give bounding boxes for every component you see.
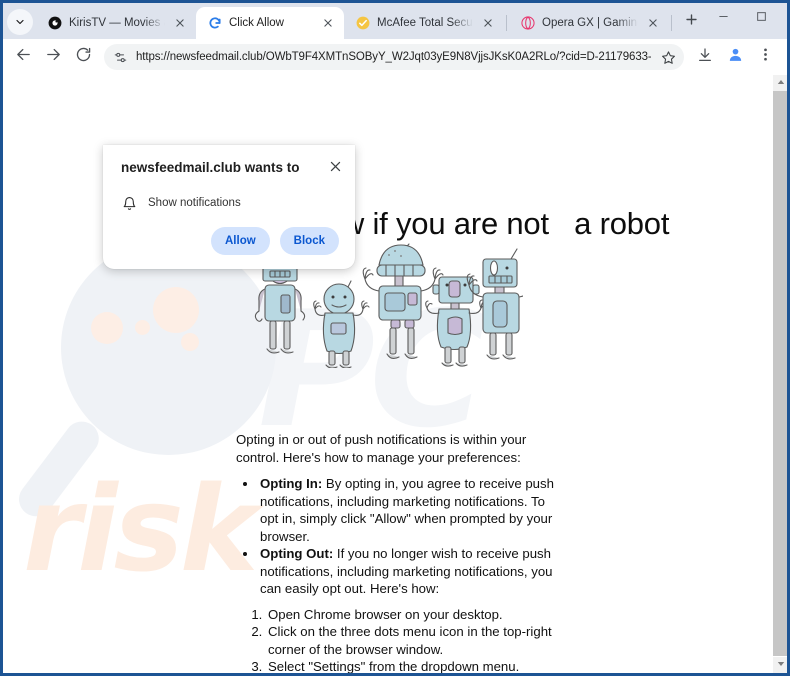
tab-strip: KirisTV — Movies an Click Allow McAfee T…: [3, 3, 787, 39]
list-item: Opting Out: If you no longer wish to rec…: [258, 545, 556, 598]
tab-close-button[interactable]: [320, 15, 336, 31]
forward-button[interactable]: [39, 43, 67, 71]
watermark-dot: [135, 320, 150, 335]
dialog-title: newsfeedmail.club wants to: [121, 160, 300, 175]
reload-icon: [75, 46, 92, 68]
profile-avatar-icon: [727, 46, 744, 68]
download-icon: [697, 47, 713, 68]
tab-click-allow[interactable]: Click Allow: [196, 7, 344, 39]
forward-arrow-icon: [45, 46, 62, 68]
browser-menu-button[interactable]: [751, 43, 779, 71]
close-icon: [329, 160, 342, 178]
minimize-icon: [718, 9, 729, 27]
tab-title: Opera GX | Gaming B: [542, 17, 638, 29]
notification-permission-dialog[interactable]: newsfeedmail.club wants to Show notifica…: [103, 145, 355, 269]
watermark-dot: [153, 287, 199, 333]
block-button[interactable]: Block: [279, 227, 339, 255]
page-scrollbar[interactable]: [772, 75, 787, 673]
opt-out-steps-list: Open Chrome browser on your desktop. Cli…: [266, 606, 556, 674]
dialog-header: newsfeedmail.club wants to: [103, 159, 355, 179]
tab-close-button[interactable]: [172, 15, 188, 31]
page-body-copy: Opting in or out of push notifications i…: [236, 431, 556, 673]
chrome-loading-favicon: [207, 16, 222, 31]
maximize-icon: [756, 9, 767, 27]
tab-title: McAfee Total Security: [377, 17, 473, 29]
bell-icon: [121, 195, 137, 211]
back-button[interactable]: [9, 43, 37, 71]
permission-label: Show notifications: [148, 197, 241, 209]
list-item: Click on the three dots menu icon in the…: [266, 623, 556, 658]
reload-button[interactable]: [69, 43, 97, 71]
browser-window: KirisTV — Movies an Click Allow McAfee T…: [0, 0, 790, 676]
profile-button[interactable]: [721, 43, 749, 71]
watermark-dot: [181, 333, 199, 351]
intro-paragraph: Opting in or out of push notifications i…: [236, 432, 527, 465]
tab-kiristv[interactable]: KirisTV — Movies an: [36, 7, 196, 39]
mcafee-favicon: [355, 16, 370, 31]
new-tab-button[interactable]: [678, 9, 704, 35]
scroll-down-button[interactable]: [773, 657, 787, 673]
tab-title: KirisTV — Movies an: [69, 17, 165, 29]
back-arrow-icon: [15, 46, 32, 68]
list-item: Open Chrome browser on your desktop.: [266, 606, 556, 624]
opting-bullet-list: Opting In: By opting in, you agree to re…: [258, 475, 556, 598]
maximize-button[interactable]: [742, 3, 780, 33]
minimize-button[interactable]: [704, 3, 742, 33]
page-viewport: PC risk Please click Allow if you are no…: [3, 75, 787, 673]
tab-divider: [671, 15, 672, 31]
tab-divider: [506, 15, 507, 31]
scroll-down-arrow-icon: [777, 660, 785, 670]
chevron-down-icon: [14, 16, 26, 28]
scrollbar-thumb[interactable]: [773, 91, 787, 656]
tab-search-button[interactable]: [7, 9, 33, 35]
bullet-term: Opting In:: [260, 476, 323, 491]
tab-title: Click Allow: [229, 17, 284, 29]
plus-icon: [685, 13, 698, 31]
three-dots-menu-icon: [758, 47, 773, 67]
list-item: Opting In: By opting in, you agree to re…: [258, 475, 556, 545]
bookmark-star-icon[interactable]: [658, 47, 678, 67]
watermark-risk-text: risk: [23, 460, 258, 598]
dialog-close-button[interactable]: [325, 159, 345, 179]
watermark-dot: [91, 312, 123, 344]
dialog-actions: Allow Block: [103, 211, 355, 269]
tab-close-button[interactable]: [645, 15, 661, 31]
site-settings-icon[interactable]: [112, 49, 129, 66]
tab-close-button[interactable]: [480, 15, 496, 31]
scroll-up-button[interactable]: [773, 75, 787, 91]
tab-opera-gx[interactable]: Opera GX | Gaming B: [509, 7, 669, 39]
address-bar[interactable]: https://newsfeedmail.club/OWbT9F4XMTnSOB…: [104, 44, 684, 70]
browser-toolbar: https://newsfeedmail.club/OWbT9F4XMTnSOB…: [3, 39, 787, 75]
allow-button[interactable]: Allow: [211, 227, 270, 255]
url-text: https://newsfeedmail.club/OWbT9F4XMTnSOB…: [136, 51, 651, 63]
opera-favicon: [520, 16, 535, 31]
tab-mcafee[interactable]: McAfee Total Security: [344, 7, 504, 39]
close-window-button[interactable]: [780, 3, 790, 33]
bullet-term: Opting Out:: [260, 546, 334, 561]
web-page: PC risk Please click Allow if you are no…: [3, 75, 772, 673]
scroll-up-arrow-icon: [777, 78, 785, 88]
window-controls: [704, 3, 790, 39]
downloads-button[interactable]: [691, 43, 719, 71]
kiristv-favicon: [47, 16, 62, 31]
list-item: Select "Settings" from the dropdown menu…: [266, 658, 556, 673]
permission-request-row: Show notifications: [103, 179, 355, 211]
